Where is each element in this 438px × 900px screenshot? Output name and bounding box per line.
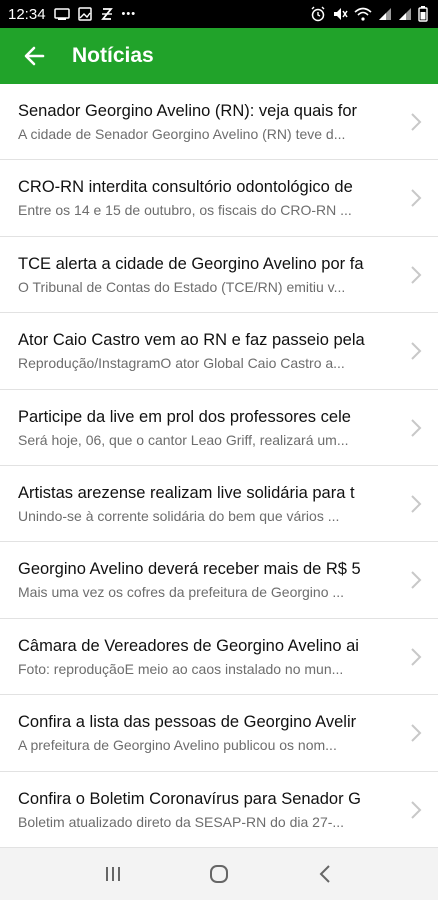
- news-title: CRO-RN interdita consultório odontológic…: [18, 178, 353, 197]
- news-title: Confira o Boletim Coronavírus para Senad…: [18, 789, 362, 808]
- chevron-right-icon: [411, 418, 422, 437]
- arrow-back-icon: [24, 46, 45, 66]
- wifi-icon: [354, 7, 372, 21]
- recent-apps-icon: [106, 867, 120, 881]
- news-item[interactable]: TCE alerta a cidade de Georgino Avelino …: [0, 237, 438, 314]
- news-item[interactable]: Câmara de Vereadores de Georgino Avelino…: [0, 619, 438, 696]
- news-snippet: O Tribunal de Contas do Estado (TCE/RN) …: [18, 278, 346, 295]
- news-snippet: A cidade de Senador Georgino Avelino (RN…: [18, 126, 346, 142]
- gallery-icon: [53, 8, 70, 20]
- status-right: [310, 6, 428, 22]
- news-title: Confira a lista das pessoas de Georgino …: [18, 713, 357, 732]
- news-title: Câmara de Vereadores de Georgino Avelino…: [18, 636, 359, 655]
- chevron-right-icon: [411, 648, 422, 666]
- status-left: 12:34 •••: [8, 6, 136, 23]
- news-item[interactable]: Confira o Boletim Coronavírus para Senad…: [0, 772, 438, 848]
- chevron-right-icon: [411, 113, 422, 131]
- news-title: Artistas arezense realizam live solidári…: [18, 483, 355, 502]
- home-button[interactable]: [189, 848, 249, 900]
- news-item[interactable]: Artistas arezense realizam live solidári…: [0, 466, 438, 543]
- news-title: Senador Georgino Avelino (RN): veja quai…: [18, 102, 358, 120]
- news-title: TCE alerta a cidade de Georgino Avelino …: [18, 254, 364, 273]
- chevron-right-icon: [411, 266, 422, 284]
- chevron-right-icon: [411, 342, 422, 360]
- back-button[interactable]: [6, 28, 62, 84]
- news-snippet: Mais uma vez os cofres da prefeitura de …: [18, 584, 345, 601]
- news-item[interactable]: CRO-RN interdita consultório odontológic…: [0, 160, 438, 237]
- recent-apps-button[interactable]: [83, 848, 143, 900]
- battery-icon: [418, 6, 428, 22]
- clock: 12:34: [8, 5, 46, 23]
- news-item[interactable]: Georgino Avelino deverá receber mais de …: [0, 542, 438, 619]
- status-bar: 12:34 •••: [0, 0, 438, 28]
- more-notifications-dots: •••: [121, 8, 137, 20]
- news-title: Participe da live em prol dos professore…: [18, 407, 351, 426]
- news-snippet: Boletim atualizado direto da SESAP-RN do…: [18, 813, 345, 830]
- chevron-right-icon: [411, 495, 422, 513]
- news-title: Georgino Avelino deverá receber mais de …: [18, 560, 361, 579]
- signal-icon: [398, 7, 412, 21]
- news-snippet: Entre os 14 e 15 de outubro, os fiscais …: [18, 202, 352, 219]
- news-item[interactable]: Participe da live em prol dos professore…: [0, 390, 438, 466]
- news-snippet: Unindo-se à corrente solidária do bem qu…: [18, 507, 340, 524]
- news-list[interactable]: Senador Georgino Avelino (RN): veja quai…: [0, 84, 438, 848]
- image-icon: [77, 7, 92, 21]
- back-nav-button[interactable]: [295, 848, 355, 900]
- news-item[interactable]: Senador Georgino Avelino (RN): veja quai…: [0, 84, 438, 161]
- system-nav-bar: [0, 848, 438, 900]
- mute-icon: [332, 6, 348, 22]
- news-title: Ator Caio Castro vem ao RN e faz passeio…: [18, 331, 365, 350]
- news-snippet: Foto: reproduçãoE meio ao caos instalado…: [18, 660, 344, 677]
- app-bar: Notícias: [0, 28, 438, 84]
- news-snippet: Reprodução/InstagramO ator Global Caio C…: [18, 355, 345, 372]
- page-title: Notícias: [72, 44, 154, 67]
- back-icon: [319, 865, 330, 883]
- news-item[interactable]: Confira a lista das pessoas de Georgino …: [0, 695, 438, 772]
- home-icon: [210, 865, 228, 883]
- signal-icon: [378, 7, 392, 21]
- chevron-right-icon: [411, 800, 422, 819]
- chevron-right-icon: [411, 189, 422, 208]
- alarm-icon: [310, 6, 326, 22]
- news-snippet: Será hoje, 06, que o cantor Leao Griff, …: [18, 431, 349, 448]
- chevron-right-icon: [411, 571, 422, 590]
- app-icon: [100, 7, 114, 21]
- chevron-right-icon: [411, 724, 422, 742]
- news-item[interactable]: Ator Caio Castro vem ao RN e faz passeio…: [0, 313, 438, 390]
- news-snippet: A prefeitura de Georgino Avelino publico…: [18, 737, 337, 754]
